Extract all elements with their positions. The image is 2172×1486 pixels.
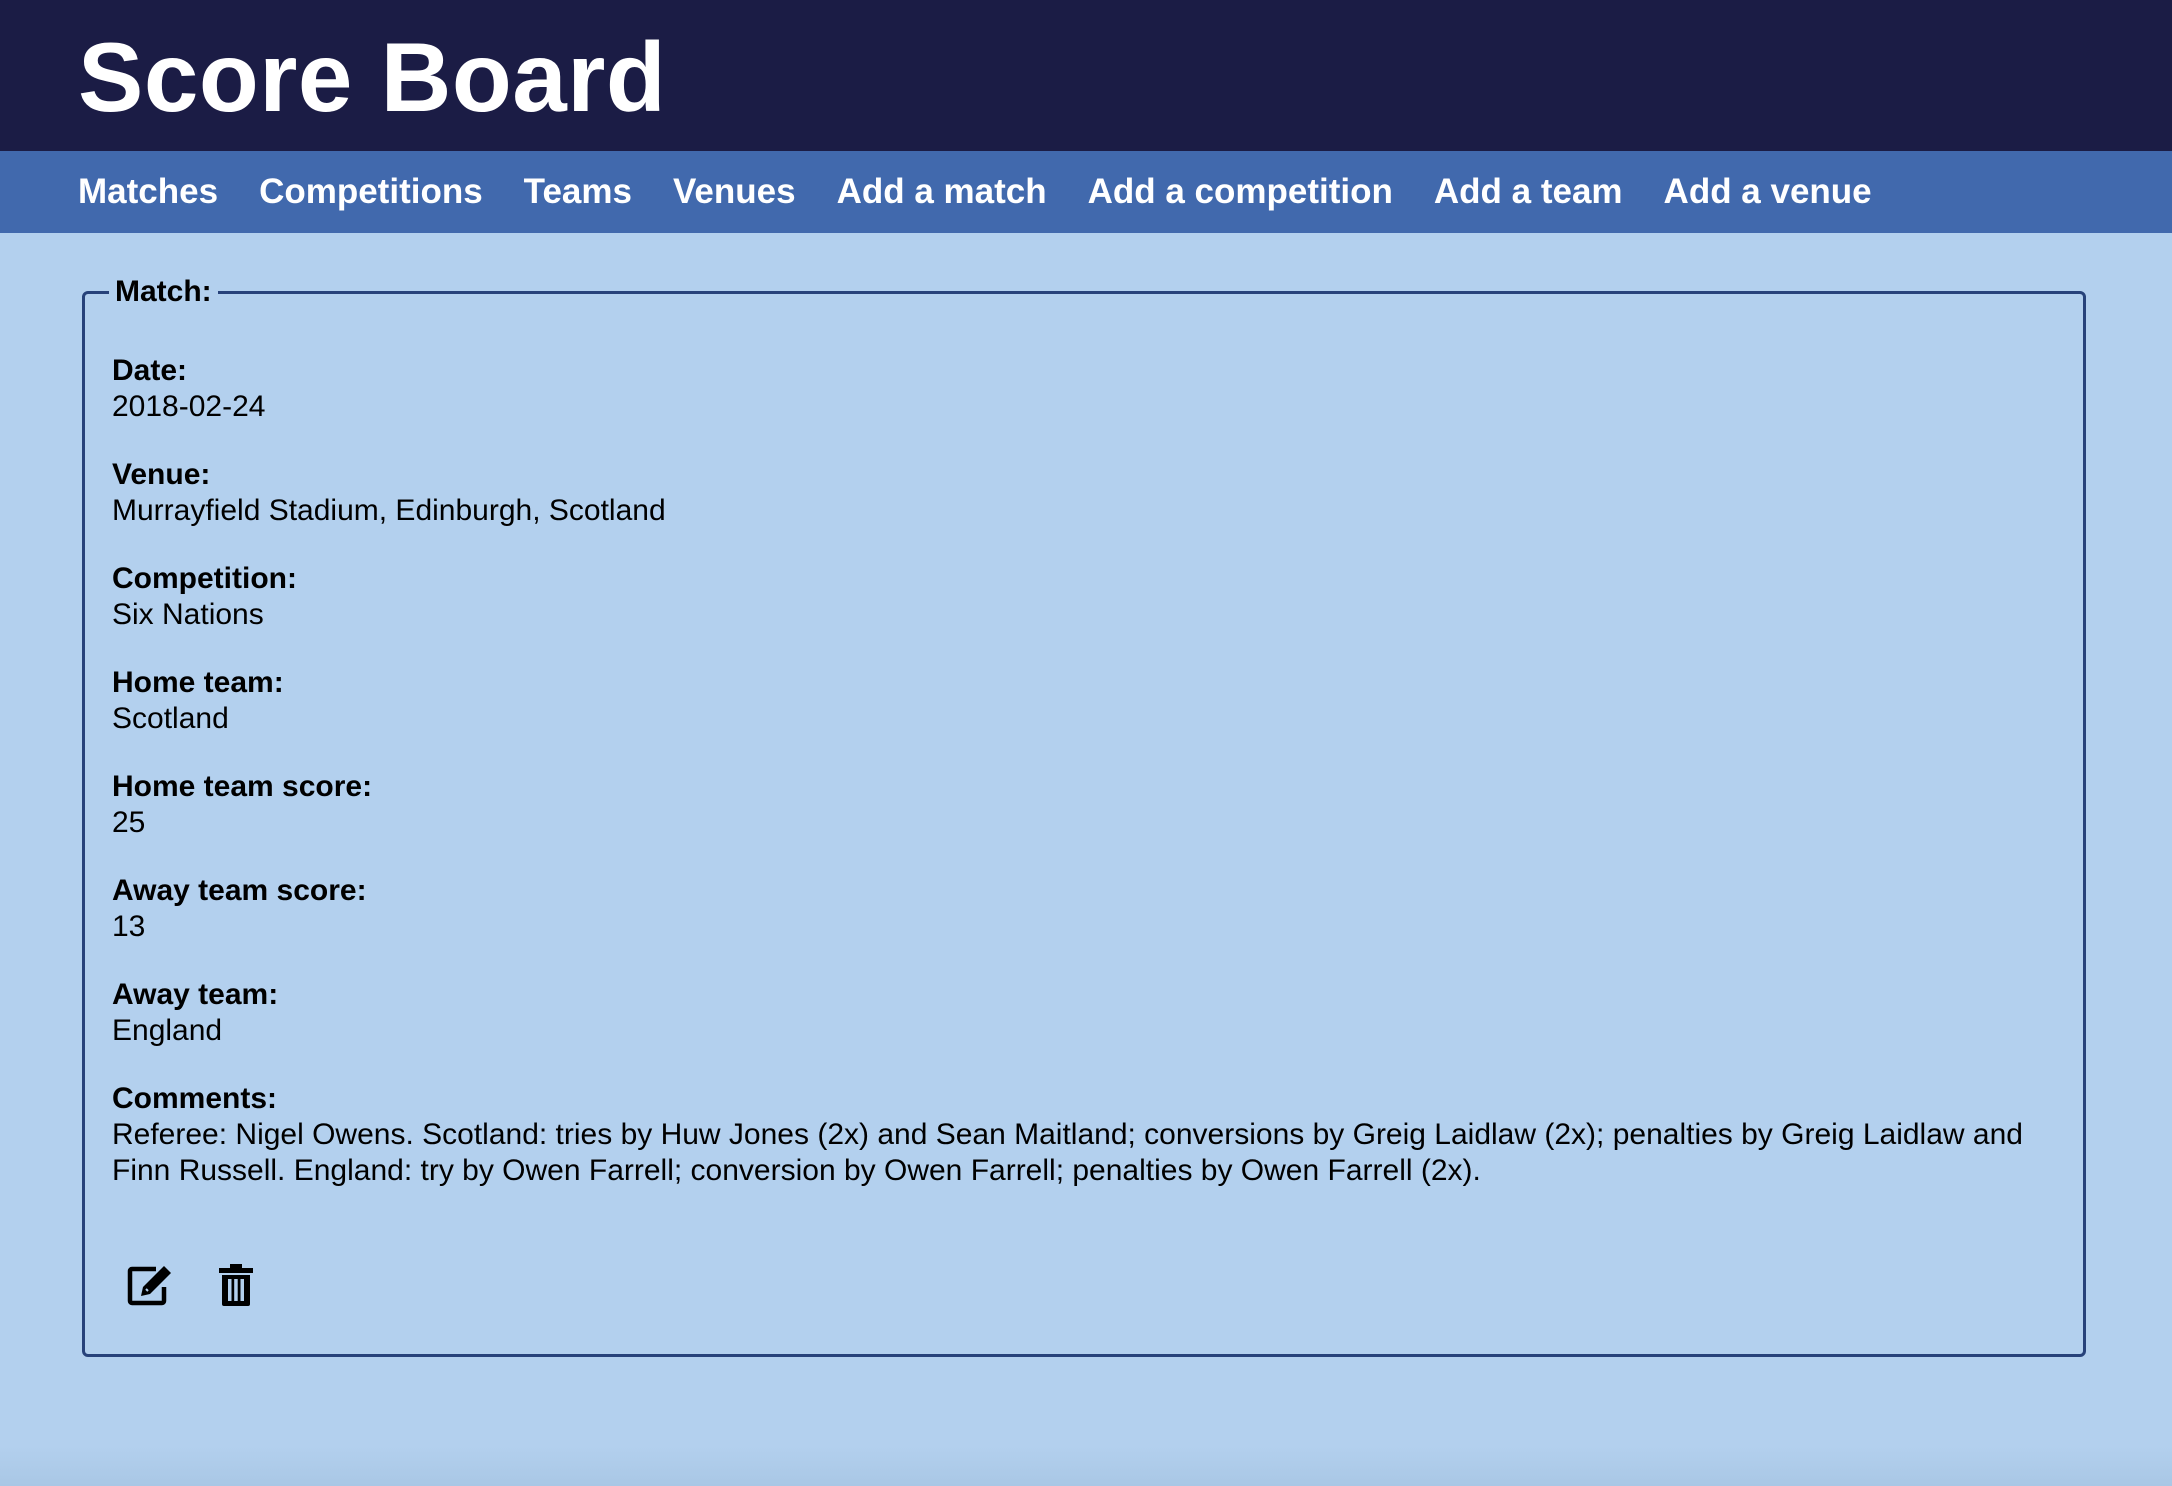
field-label: Competition: xyxy=(112,562,297,595)
field-competition: Competition: Six Nations xyxy=(112,561,2062,633)
field-value: Referee: Nigel Owens. Scotland: tries by… xyxy=(112,1118,2023,1187)
nav-link-matches[interactable]: Matches xyxy=(78,172,218,211)
edit-icon xyxy=(127,1266,171,1306)
nav-link-add-team[interactable]: Add a team xyxy=(1434,172,1623,211)
panel-legend: Match: xyxy=(109,274,218,310)
nav-link-add-competition[interactable]: Add a competition xyxy=(1088,172,1393,211)
field-label: Comments: xyxy=(112,1082,278,1115)
field-label: Away team score: xyxy=(112,874,367,907)
main-nav: Matches Competitions Teams Venues Add a … xyxy=(0,151,2172,233)
delete-button[interactable] xyxy=(211,1260,261,1310)
field-home-team-score: Home team score: 25 xyxy=(112,769,2062,841)
match-details-panel: Match: Date: 2018-02-24 Venue: Murrayfie… xyxy=(82,274,2086,1357)
field-away-team: Away team: England xyxy=(112,977,2062,1049)
field-label: Away team: xyxy=(112,978,279,1011)
site-title: Score Board xyxy=(78,22,667,132)
match-actions xyxy=(125,1260,297,1310)
field-label: Date: xyxy=(112,354,188,387)
field-label: Home team score: xyxy=(112,770,373,803)
field-value: 13 xyxy=(112,910,146,943)
field-date: Date: 2018-02-24 xyxy=(112,353,2062,425)
trash-icon xyxy=(219,1264,253,1306)
nav-link-add-venue[interactable]: Add a venue xyxy=(1664,172,1872,211)
edit-button[interactable] xyxy=(125,1260,175,1310)
nav-link-competitions[interactable]: Competitions xyxy=(259,172,483,211)
nav-link-teams[interactable]: Teams xyxy=(524,172,632,211)
field-home-team: Home team: Scotland xyxy=(112,665,2062,737)
nav-list: Matches Competitions Teams Venues Add a … xyxy=(78,151,1913,233)
field-value: Murrayfield Stadium, Edinburgh, Scotland xyxy=(112,494,666,527)
nav-link-add-match[interactable]: Add a match xyxy=(837,172,1047,211)
field-value: 2018-02-24 xyxy=(112,390,266,423)
field-value: Scotland xyxy=(112,702,229,735)
field-value: 25 xyxy=(112,806,146,839)
field-venue: Venue: Murrayfield Stadium, Edinburgh, S… xyxy=(112,457,2062,529)
field-label: Home team: xyxy=(112,666,284,699)
nav-link-venues[interactable]: Venues xyxy=(673,172,796,211)
field-comments: Comments: Referee: Nigel Owens. Scotland… xyxy=(112,1081,2062,1189)
field-label: Venue: xyxy=(112,458,211,491)
field-away-team-score: Away team score: 13 xyxy=(112,873,2062,945)
site-header: Score Board xyxy=(0,0,2172,151)
field-value: Six Nations xyxy=(112,598,264,631)
field-value: England xyxy=(112,1014,223,1047)
match-fields: Date: 2018-02-24 Venue: Murrayfield Stad… xyxy=(112,353,2062,1221)
page-bottom-edge xyxy=(0,1446,2172,1486)
